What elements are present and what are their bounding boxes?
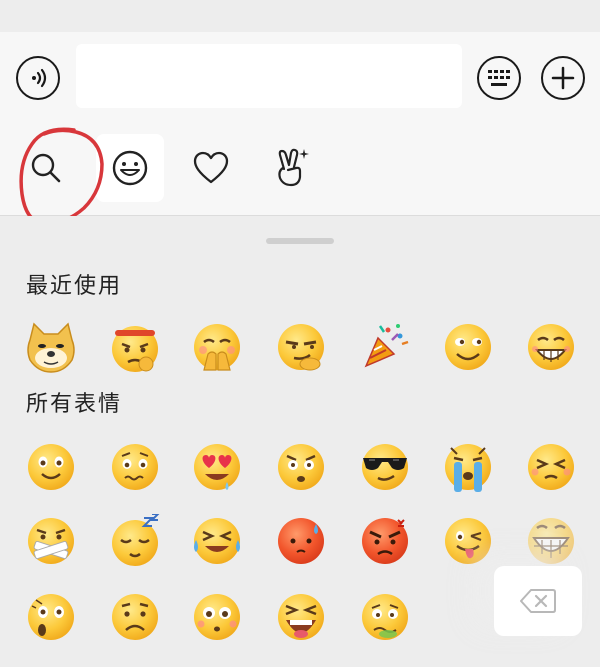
tab-emoji[interactable]	[96, 134, 164, 202]
emoji-shush[interactable]	[24, 514, 78, 568]
drag-handle[interactable]	[266, 238, 334, 244]
emoji-category-tabs	[0, 122, 600, 216]
tab-search[interactable]	[12, 134, 80, 202]
all-emoji-row-1	[0, 440, 600, 496]
emoji-sleepy[interactable]	[108, 514, 162, 568]
emoji-fighting[interactable]	[108, 320, 162, 374]
emoji-party-popper[interactable]	[358, 320, 412, 374]
emoji-smile[interactable]	[24, 440, 78, 494]
emoji-shocked[interactable]	[274, 440, 328, 494]
delete-button[interactable]	[494, 566, 582, 636]
emoji-grin[interactable]	[524, 320, 578, 374]
tab-stickers[interactable]	[258, 134, 326, 202]
emoji-heart-eyes[interactable]	[190, 440, 244, 494]
emoji-worried[interactable]	[108, 440, 162, 494]
victory-hand-icon	[278, 148, 309, 187]
emoji-cool[interactable]	[358, 440, 412, 494]
chat-input-bar	[0, 32, 600, 122]
keyboard-button[interactable]	[477, 56, 521, 100]
emoji-sad[interactable]	[108, 590, 162, 644]
tab-favorites[interactable]	[177, 134, 245, 202]
all-emoji-row-2	[0, 514, 600, 570]
emoji-surprised[interactable]	[24, 590, 78, 644]
emoji-smirk[interactable]	[274, 320, 328, 374]
emoji-tears-of-joy[interactable]	[190, 514, 244, 568]
emoji-big-grin[interactable]	[524, 514, 578, 568]
status-strip	[0, 0, 600, 32]
emoji-wail[interactable]	[274, 590, 328, 644]
emoji-sly-smile[interactable]	[441, 320, 495, 374]
emoji-respect[interactable]	[190, 320, 244, 374]
plus-icon	[551, 66, 575, 90]
voice-button[interactable]	[16, 56, 60, 100]
smiley-icon	[112, 150, 148, 186]
section-title-all: 所有表情	[26, 392, 123, 417]
backspace-icon	[520, 589, 556, 613]
section-title-recent: 最近使用	[26, 274, 123, 299]
keyboard-icon	[488, 70, 510, 86]
voice-icon	[32, 68, 47, 88]
emoji-tongue[interactable]	[441, 514, 495, 568]
emoji-embarrassed[interactable]	[274, 514, 328, 568]
recent-emoji-row	[0, 320, 600, 376]
emoji-angry[interactable]	[358, 514, 412, 568]
emoji-squint[interactable]	[524, 440, 578, 494]
more-button[interactable]	[541, 56, 585, 100]
emoji-pleading[interactable]	[190, 590, 244, 644]
emoji-doge[interactable]	[24, 320, 78, 374]
message-input[interactable]	[76, 44, 462, 108]
heart-icon	[193, 151, 229, 184]
search-icon	[31, 153, 61, 183]
emoji-dizzy[interactable]	[358, 590, 412, 644]
emoji-crying[interactable]	[441, 440, 495, 494]
